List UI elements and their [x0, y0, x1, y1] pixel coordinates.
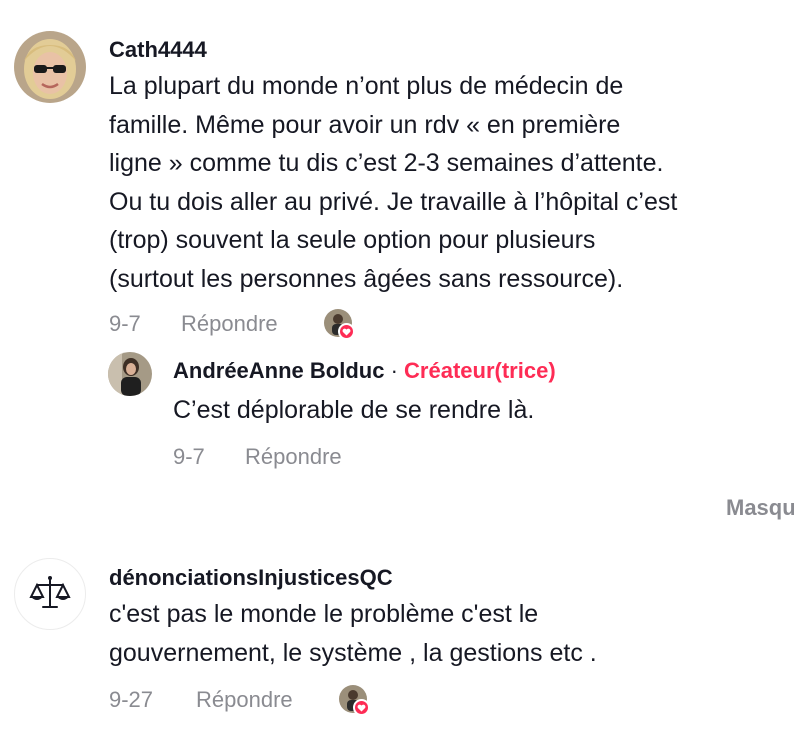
reply-button[interactable]: Répondre: [196, 687, 293, 713]
heart-icon: [353, 699, 370, 716]
avatar-image: [14, 31, 86, 103]
comment-text-line: gouvernement, le système , la gestions e…: [109, 638, 597, 667]
reply-button[interactable]: Répondre: [181, 311, 278, 337]
comment-text-line: c'est pas le monde le problème c'est le: [109, 600, 539, 628]
comment-text-line: (surtout les personnes âgées sans ressou…: [109, 264, 624, 293]
comment-text-line: ligne » comme tu dis c’est 2-3 semaines …: [109, 149, 664, 177]
comment-date: 9-27: [109, 687, 154, 712]
comment-date: 9-7: [109, 311, 141, 336]
separator: ·: [390, 358, 398, 383]
creator-liked-avatar: [324, 309, 355, 340]
username[interactable]: Cath4444: [109, 37, 207, 63]
avatar[interactable]: [14, 31, 86, 103]
comment-text: c'est pas le monde le problème c'est le …: [109, 595, 794, 672]
comment-text-line: La plupart du monde n’ont plus de médeci…: [109, 72, 624, 100]
avatar[interactable]: [108, 352, 152, 396]
hide-replies-button[interactable]: Masquer: [726, 495, 794, 521]
username[interactable]: AndréeAnne Bolduc: [173, 358, 384, 383]
comment-text-line: Ou tu dois aller au privé. Je travaille …: [109, 187, 678, 216]
comment-text-line: (trop) souvent la seule option pour plus…: [109, 226, 596, 254]
creator-badge: Créateur(trice): [404, 358, 556, 383]
reply-date: 9-7: [173, 444, 205, 469]
creator-liked-avatar: [339, 685, 370, 716]
comment-text: La plupart du monde n’ont plus de médeci…: [109, 67, 794, 298]
username[interactable]: dénonciationsInjusticesQC: [109, 565, 393, 591]
comment-text-line: famille. Même pour avoir un rdv « en pre…: [109, 110, 621, 139]
avatar-image: [108, 352, 152, 396]
reply-button[interactable]: Répondre: [245, 444, 342, 470]
avatar[interactable]: [14, 558, 86, 630]
reply-username-row: AndréeAnne Bolduc · Créateur(trice): [173, 358, 556, 384]
scales-icon: [29, 576, 71, 608]
heart-icon: [338, 323, 355, 340]
reply-text: C’est déplorable de se rendre là.: [173, 396, 535, 424]
